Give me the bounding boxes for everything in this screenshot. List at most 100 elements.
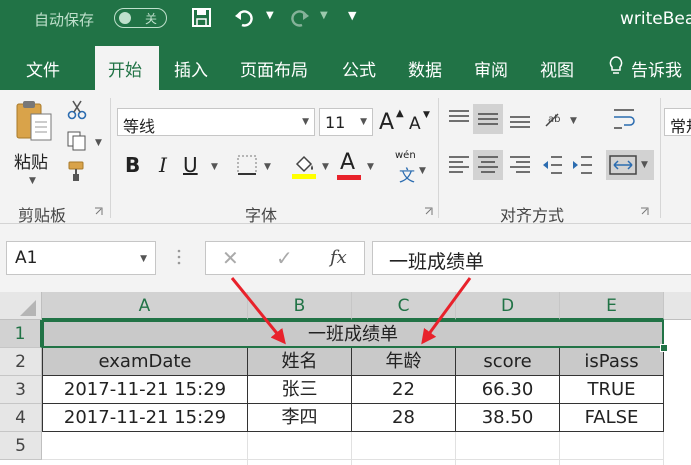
fill-color-dropdown-icon[interactable]: ▼ [322, 162, 329, 172]
font-name-value: 等线 [123, 117, 156, 136]
worksheet-grid[interactable]: A B C D E 1 2 3 4 5 一班成绩单 examDate 姓名 年龄… [0, 292, 691, 465]
table-cell[interactable]: FALSE [560, 404, 664, 432]
column-header-c[interactable]: C [352, 292, 456, 320]
cut-icon[interactable] [66, 100, 88, 120]
tab-page-layout[interactable]: 页面布局 [240, 56, 308, 81]
bold-button[interactable]: B [125, 153, 140, 177]
tab-review[interactable]: 审阅 [474, 56, 508, 81]
decrease-indent-icon[interactable] [540, 154, 564, 176]
increase-indent-icon[interactable] [570, 154, 594, 176]
orientation-dropdown-icon[interactable]: ▼ [570, 116, 577, 126]
number-format-combo[interactable]: 常规 [664, 108, 691, 136]
column-header-b[interactable]: B [248, 292, 352, 320]
undo-dropdown-icon[interactable]: ▼ [266, 10, 274, 21]
tab-formulas[interactable]: 公式 [342, 56, 376, 81]
format-painter-icon[interactable] [66, 160, 88, 182]
table-cell[interactable]: 28 [352, 404, 456, 432]
wrap-text-icon[interactable] [612, 106, 638, 132]
header-cell-score[interactable]: score [456, 348, 560, 376]
tab-file[interactable]: 文件 [26, 56, 60, 81]
table-cell[interactable]: 22 [352, 376, 456, 404]
header-cell-name[interactable]: 姓名 [248, 348, 352, 376]
tab-view[interactable]: 视图 [540, 56, 574, 81]
center-align-button[interactable] [473, 150, 503, 180]
bottom-align-icon[interactable] [508, 108, 532, 130]
table-cell[interactable]: 2017-11-21 15:29 [42, 404, 248, 432]
underline-dropdown-icon[interactable]: ▼ [211, 162, 218, 172]
autosave-toggle[interactable]: 关 [114, 8, 167, 28]
header-cell-examdate[interactable]: examDate [42, 348, 248, 376]
row-header-1[interactable]: 1 [0, 320, 42, 348]
paste-label[interactable]: 粘贴 [14, 148, 48, 173]
font-name-combo[interactable]: 等线 ▼ [117, 108, 315, 136]
tab-insert[interactable]: 插入 [174, 56, 208, 81]
formula-content: 一班成绩单 [389, 251, 485, 273]
increase-font-size-button[interactable]: A [379, 110, 394, 135]
enter-icon[interactable]: ✓ [276, 246, 293, 270]
phonetic-dropdown-icon[interactable]: ▼ [419, 166, 426, 176]
borders-dropdown-icon[interactable]: ▼ [264, 162, 271, 172]
ribbon-tabs: 文件 开始 插入 页面布局 公式 数据 审阅 视图 告诉我 [0, 38, 691, 90]
alignment-group-label: 对齐方式 [500, 206, 565, 225]
column-header-e[interactable]: E [560, 292, 664, 320]
clipboard-launcher-icon[interactable] [94, 207, 103, 216]
middle-align-icon [478, 113, 498, 125]
formula-input[interactable]: 一班成绩单 [372, 241, 691, 275]
fill-color-icon[interactable] [291, 152, 317, 180]
row-header-2[interactable]: 2 [0, 348, 42, 376]
customize-qat-icon[interactable]: ▼ [348, 9, 356, 22]
lightbulb-icon[interactable] [608, 56, 624, 76]
redo-dropdown-icon[interactable]: ▼ [320, 10, 328, 21]
table-cell[interactable]: 66.30 [456, 376, 560, 404]
tab-home[interactable]: 开始 [95, 46, 159, 90]
align-right-icon[interactable] [508, 154, 532, 176]
table-cell[interactable]: 38.50 [456, 404, 560, 432]
table-cell[interactable]: 李四 [248, 404, 352, 432]
table-cell[interactable]: 2017-11-21 15:29 [42, 376, 248, 404]
redo-icon[interactable] [288, 8, 310, 28]
row-header-5[interactable]: 5 [0, 432, 42, 460]
gridline [351, 432, 352, 465]
autosave-knob [119, 12, 131, 24]
decrease-font-size-button[interactable]: A [409, 114, 421, 134]
paste-dropdown-icon[interactable]: ▼ [29, 176, 36, 186]
copy-dropdown-icon[interactable]: ▼ [95, 138, 102, 148]
top-align-icon[interactable] [447, 108, 471, 130]
column-header-a[interactable]: A [42, 292, 248, 320]
table-cell[interactable]: TRUE [560, 376, 664, 404]
alignment-launcher-icon[interactable] [640, 207, 649, 216]
table-cell[interactable]: 张三 [248, 376, 352, 404]
row-header-3[interactable]: 3 [0, 376, 42, 404]
font-group-label: 字体 [245, 206, 278, 225]
column-header-d[interactable]: D [456, 292, 560, 320]
font-color-button[interactable]: A [340, 150, 355, 175]
save-icon[interactable] [192, 8, 211, 27]
font-color-dropdown-icon[interactable]: ▼ [367, 162, 374, 172]
select-all-corner[interactable] [0, 292, 42, 320]
paste-icon[interactable] [14, 98, 56, 144]
orientation-icon[interactable]: ab [542, 108, 566, 130]
name-box[interactable]: A1 ▼ [6, 241, 156, 275]
header-cell-age[interactable]: 年龄 [352, 348, 456, 376]
undo-icon[interactable] [234, 8, 256, 28]
fill-handle[interactable] [660, 344, 668, 352]
row-header-4[interactable]: 4 [0, 404, 42, 432]
merge-center-button[interactable]: ▼ [606, 150, 654, 180]
tab-data[interactable]: 数据 [408, 56, 442, 81]
copy-icon[interactable] [66, 130, 88, 152]
formula-bar-grip-icon[interactable] [176, 247, 182, 267]
borders-icon[interactable] [236, 154, 258, 176]
column-header-f[interactable] [664, 292, 691, 320]
select-all-triangle-icon [20, 300, 36, 316]
italic-button[interactable]: I [159, 153, 167, 177]
underline-button[interactable]: U [183, 153, 198, 177]
tab-tell-me[interactable]: 告诉我 [631, 56, 682, 81]
middle-align-button[interactable] [473, 104, 503, 134]
font-size-combo[interactable]: 11 ▼ [319, 108, 373, 136]
phonetic-guide-button[interactable]: 文 [399, 162, 415, 186]
align-left-icon[interactable] [447, 154, 471, 176]
header-cell-ispass[interactable]: isPass [560, 348, 664, 376]
insert-function-icon[interactable]: fx [330, 247, 347, 268]
font-launcher-icon[interactable] [424, 207, 433, 216]
cancel-icon[interactable]: ✕ [222, 246, 239, 270]
